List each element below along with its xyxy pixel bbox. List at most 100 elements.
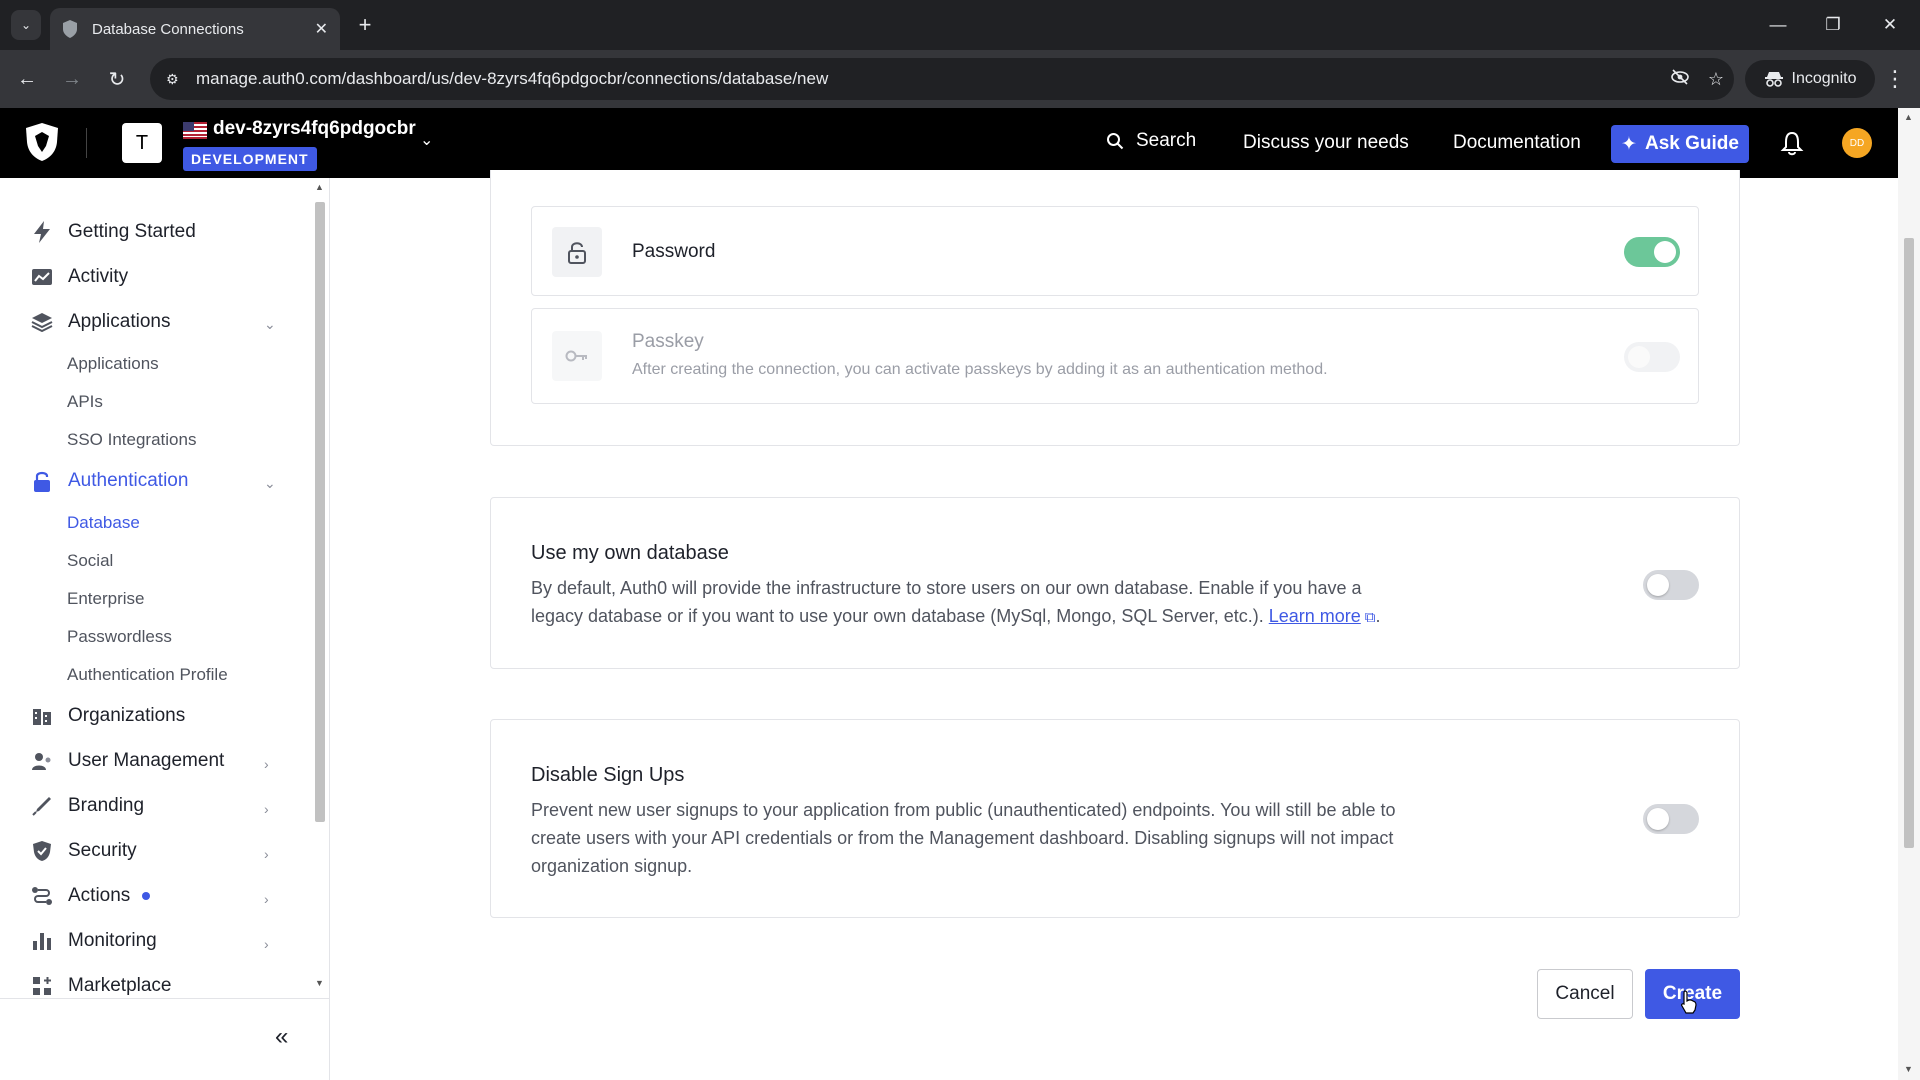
sidebar-item-label: Branding — [68, 795, 145, 816]
users-icon — [30, 749, 54, 773]
chevron-right-icon[interactable]: › — [264, 936, 269, 952]
password-method-title: Password — [632, 241, 716, 262]
sidebar-item-label: Monitoring — [68, 930, 157, 951]
sidebar-subitem-enterprise[interactable]: Enterprise — [67, 589, 144, 609]
chevron-down-icon[interactable]: ⌄ — [264, 316, 276, 333]
sidebar-item-monitoring[interactable]: Monitoring — [30, 929, 157, 953]
sidebar-item-authentication[interactable]: Authentication — [30, 469, 188, 493]
chevron-down-icon[interactable]: ⌄ — [264, 475, 276, 492]
sidebar-scrollbar-thumb[interactable] — [315, 202, 325, 822]
sidebar-item-label: Activity — [68, 266, 129, 287]
sidebar-item-label: User Management — [68, 750, 225, 771]
sidebar-subitem-applications[interactable]: Applications — [67, 354, 159, 374]
sidebar-item-activity[interactable]: Activity — [30, 265, 128, 289]
toggle-knob — [1654, 241, 1676, 263]
sidebar-subitem-sso-integrations[interactable]: SSO Integrations — [67, 430, 196, 450]
environment-badge: DEVELOPMENT — [183, 147, 317, 171]
use-own-database-toggle[interactable] — [1643, 570, 1699, 600]
sidebar-footer-divider — [0, 998, 330, 999]
sidebar-subitem-passwordless[interactable]: Passwordless — [67, 627, 172, 647]
sidebar-item-organizations[interactable]: Organizations — [30, 704, 185, 728]
sidebar-item-actions[interactable]: Actions — [30, 884, 151, 908]
mouse-pointer-icon — [1681, 990, 1697, 1014]
window-restore-icon[interactable]: ❐ — [1805, 8, 1861, 42]
chevron-right-icon[interactable]: › — [264, 801, 269, 817]
sidebar-item-branding[interactable]: Branding — [30, 794, 144, 818]
bar-chart-icon — [30, 929, 54, 953]
main-scrollbar[interactable]: ▲ ▼ — [1898, 108, 1920, 1080]
sidebar-item-getting-started[interactable]: Getting Started — [30, 220, 196, 244]
sidebar-item-label: Authentication — [68, 470, 189, 491]
scroll-down-arrow-icon[interactable]: ▼ — [1904, 1064, 1913, 1074]
actions-notification-dot — [142, 892, 151, 900]
collapse-sidebar-icon[interactable]: « — [275, 1023, 288, 1051]
sidebar-subitem-apis[interactable]: APIs — [67, 392, 103, 412]
site-info-icon[interactable]: ⚙ — [166, 71, 186, 88]
sidebar-item-label: Security — [68, 840, 137, 861]
password-toggle[interactable] — [1624, 237, 1680, 267]
forward-arrow-icon[interactable]: → — [57, 64, 87, 94]
main-scrollbar-thumb[interactable] — [1904, 238, 1914, 848]
use-own-database-card: Use my own database By default, Auth0 wi… — [490, 497, 1740, 669]
tenant-name[interactable]: dev-8zyrs4fq6pdgocbr — [213, 118, 416, 140]
scroll-up-arrow-icon[interactable]: ▲ — [315, 182, 324, 192]
ask-guide-label: Ask Guide — [1644, 133, 1739, 154]
user-avatar[interactable]: DD — [1842, 128, 1872, 158]
disable-signups-card: Disable Sign Ups Prevent new user signup… — [490, 719, 1740, 918]
passkey-toggle[interactable] — [1624, 342, 1680, 372]
sidebar-item-marketplace[interactable]: Marketplace — [30, 974, 172, 998]
browser-menu-kebab-icon[interactable]: ⋮ — [1880, 64, 1910, 94]
sidebar-item-label: Getting Started — [68, 221, 196, 242]
window-minimize-icon[interactable]: — — [1750, 8, 1806, 42]
incognito-indicator[interactable]: Incognito — [1745, 60, 1875, 98]
learn-more-link[interactable]: Learn more — [1269, 606, 1361, 626]
external-link-icon[interactable]: ⧉ — [1365, 609, 1376, 626]
incognito-icon — [1764, 72, 1783, 87]
tenant-switcher-chevron-icon[interactable]: ⌄ — [420, 130, 433, 150]
tab-close-icon[interactable]: ✕ — [315, 19, 328, 39]
notifications-bell-icon[interactable] — [1780, 128, 1804, 158]
sidebar-nav: Getting Started Activity Applications ⌄ … — [0, 178, 330, 1080]
auth0-shield-logo-icon[interactable] — [24, 122, 60, 162]
scroll-up-arrow-icon[interactable]: ▲ — [1904, 112, 1913, 122]
tab-search-dropdown-button[interactable]: ⌄ — [11, 10, 41, 40]
browser-tab[interactable]: Database Connections ✕ — [50, 8, 340, 50]
toggle-knob — [1647, 574, 1669, 596]
url-text[interactable]: manage.auth0.com/dashboard/us/dev-8zyrs4… — [196, 69, 1662, 89]
new-tab-plus-icon[interactable]: + — [350, 10, 380, 40]
disable-signups-title: Disable Sign Ups — [531, 764, 685, 786]
reload-icon[interactable]: ↻ — [102, 64, 132, 94]
ask-guide-button[interactable]: ✦ Ask Guide — [1611, 125, 1749, 163]
documentation-link[interactable]: Documentation — [1453, 132, 1581, 154]
sidebar-item-user-management[interactable]: User Management — [30, 749, 224, 773]
chevron-right-icon[interactable]: › — [264, 891, 269, 907]
toggle-knob — [1628, 346, 1650, 368]
sidebar-subitem-database[interactable]: Database — [67, 513, 140, 533]
cancel-button[interactable]: Cancel — [1537, 969, 1633, 1019]
back-arrow-icon[interactable]: ← — [12, 64, 42, 94]
password-method-row: Password — [531, 206, 1699, 296]
bookmark-star-icon[interactable]: ☆ — [1698, 69, 1734, 90]
sparkle-icon: ✦ — [1621, 133, 1637, 155]
discuss-needs-link[interactable]: Discuss your needs — [1243, 132, 1409, 154]
tracking-eye-off-icon[interactable] — [1662, 68, 1698, 90]
sidebar-item-applications[interactable]: Applications — [30, 310, 170, 334]
sidebar-subitem-social[interactable]: Social — [67, 551, 113, 571]
layers-icon — [30, 310, 54, 334]
browser-tab-title: Database Connections — [92, 20, 244, 38]
sidebar-item-security[interactable]: Security — [30, 839, 137, 863]
app-header: T dev-8zyrs4fq6pdgocbr DEVELOPMENT ⌄ Sea… — [0, 108, 1898, 178]
tenant-avatar[interactable]: T — [122, 123, 162, 163]
authentication-methods-card: Password Passkey After creating the conn… — [490, 170, 1740, 446]
scroll-down-arrow-icon[interactable]: ▼ — [315, 978, 324, 988]
chevron-right-icon[interactable]: › — [264, 756, 269, 772]
search-icon — [1107, 133, 1124, 150]
sidebar-subitem-authentication-profile[interactable]: Authentication Profile — [67, 665, 228, 685]
chevron-right-icon[interactable]: › — [264, 846, 269, 862]
header-search-button[interactable]: Search — [1106, 130, 1196, 152]
window-close-icon[interactable]: ✕ — [1862, 8, 1918, 42]
auth0-favicon-icon — [63, 20, 77, 38]
disable-signups-toggle[interactable] — [1643, 804, 1699, 834]
address-bar[interactable]: ⚙ manage.auth0.com/dashboard/us/dev-8zyr… — [150, 58, 1734, 100]
sidebar-scrollbar[interactable]: ▲ ▼ — [312, 182, 328, 992]
